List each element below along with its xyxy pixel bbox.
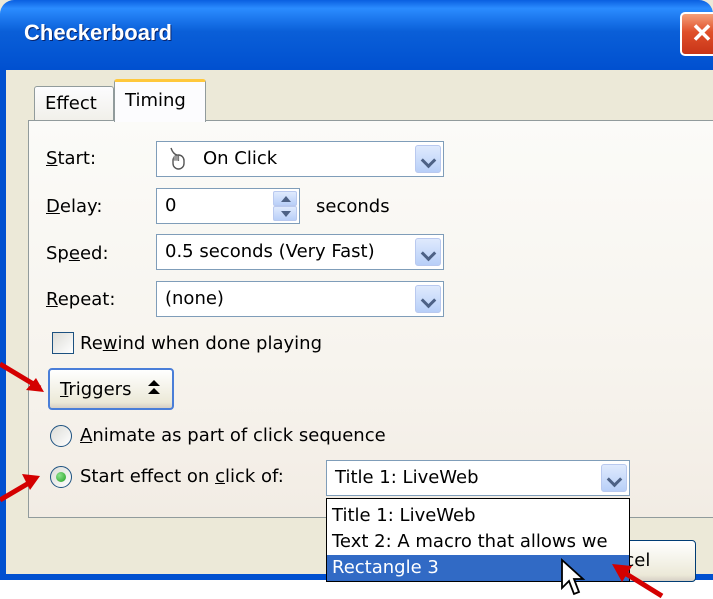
repeat-label: Repeat: (46, 289, 116, 310)
annotation-arrow-icon (0, 474, 40, 503)
trigger-object-combo[interactable]: Title 1: LiveWeb (326, 460, 630, 496)
timing-panel (28, 120, 713, 518)
delay-spinner[interactable]: 0 (156, 188, 300, 224)
tab-effect-label: Effect (45, 93, 97, 114)
close-icon: ✕ (691, 18, 713, 48)
triggers-button[interactable]: Triggers (48, 368, 174, 410)
double-up-arrow-icon (148, 380, 160, 394)
mouse-icon (170, 147, 185, 170)
start-dropdown-button[interactable] (415, 145, 441, 173)
rewind-label[interactable]: Rewind when done playing (80, 333, 322, 354)
trigger-object-dropdown-button[interactable] (601, 464, 627, 492)
annotation-arrow-icon (612, 564, 664, 599)
checkerboard-dialog: Checkerboard ✕ Effect Timing Start: On C… (0, 0, 713, 582)
delay-unit: seconds (316, 196, 390, 217)
delay-label: Delay: (46, 196, 103, 217)
speed-label: Speed: (46, 243, 109, 264)
title-bar[interactable]: Checkerboard (0, 0, 713, 70)
tab-effect[interactable]: Effect (34, 86, 114, 120)
trigger-object-value: Title 1: LiveWeb (335, 467, 479, 488)
speed-value: 0.5 seconds (Very Fast) (165, 241, 375, 262)
start-on-click-radio[interactable] (50, 466, 72, 488)
start-label: Start: (46, 148, 97, 169)
delay-value: 0 (165, 195, 177, 216)
speed-dropdown-button[interactable] (415, 238, 441, 266)
close-button[interactable]: ✕ (680, 12, 713, 56)
tab-timing-label: Timing (125, 90, 186, 111)
repeat-dropdown-button[interactable] (415, 285, 441, 313)
triggers-label: Triggers (60, 379, 132, 400)
repeat-value: (none) (165, 288, 224, 309)
speed-combo[interactable]: 0.5 seconds (Very Fast) (156, 234, 444, 270)
animate-sequence-radio[interactable] (50, 425, 72, 447)
start-on-click-label[interactable]: Start effect on click of: (80, 466, 284, 487)
list-item[interactable]: Title 1: LiveWeb (327, 503, 629, 529)
tab-timing[interactable]: Timing (114, 79, 206, 122)
start-combo[interactable]: On Click (156, 141, 444, 177)
mouse-pointer-icon (561, 558, 586, 596)
delay-up-button[interactable] (273, 191, 297, 206)
list-item[interactable]: Text 2: A macro that allows we (327, 529, 629, 555)
annotation-arrow-icon (0, 361, 44, 392)
repeat-combo[interactable]: (none) (156, 281, 444, 317)
dialog-title: Checkerboard (24, 20, 172, 45)
animate-sequence-label[interactable]: Animate as part of click sequence (80, 425, 386, 446)
delay-down-button[interactable] (273, 206, 297, 221)
start-value: On Click (203, 148, 278, 169)
